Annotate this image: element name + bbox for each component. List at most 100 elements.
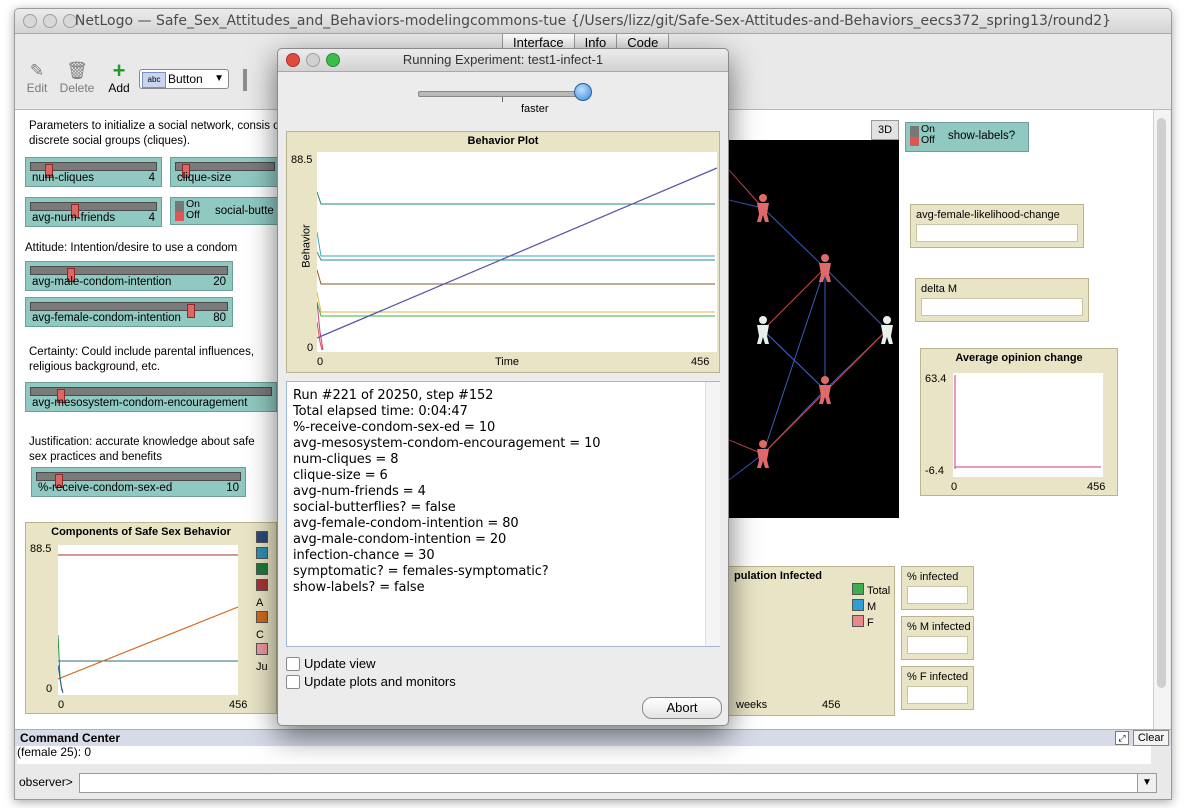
slider-value: 20 (213, 276, 226, 288)
plot-xlabel: weeks (736, 699, 768, 711)
edit-button[interactable]: ✎ Edit (17, 61, 57, 95)
switch-toggle[interactable] (910, 126, 919, 146)
person-icon (819, 376, 831, 404)
behavior-plot[interactable]: Behavior Plot 88.5 0 Behavior 0 Time 456 (286, 131, 720, 373)
pct-infected-monitor: % infected (901, 566, 974, 610)
output-line: avg-female-condom-intention = 80 (293, 516, 519, 531)
switch-onoff: On Off (921, 123, 936, 146)
speed-label: faster (521, 103, 549, 115)
avg-male-condom-intention-slider[interactable]: avg-male-condom-intention 20 (25, 261, 233, 291)
toolbar-separator (243, 69, 247, 91)
widget-type-select[interactable]: abc Button ▼ (139, 69, 229, 89)
scrollbar-thumb[interactable] (1157, 118, 1166, 688)
update-view-checkbox[interactable] (286, 657, 300, 671)
output-line: avg-num-friends = 4 (293, 484, 426, 499)
slider-knob[interactable] (187, 304, 195, 318)
slider-track (30, 162, 157, 178)
plot-xmax: 456 (691, 356, 710, 368)
slider-label: %-receive-condom-sex-ed (38, 482, 173, 494)
delete-button[interactable]: 🗑 Delete (57, 61, 97, 95)
receive-condom-sex-ed-slider[interactable]: %-receive-condom-sex-ed 10 (31, 467, 246, 497)
widget-type-value: Button (168, 72, 203, 86)
plot-xlabel: Time (495, 356, 520, 368)
chevron-down-icon: ▼ (214, 73, 224, 84)
person-icon (757, 194, 769, 222)
command-input[interactable] (79, 773, 1149, 793)
slider-track (36, 472, 241, 488)
3d-button[interactable]: 3D (871, 120, 899, 140)
plot-ymax: 63.4 (925, 373, 947, 385)
expand-icon[interactable]: ⤢ (1115, 731, 1129, 745)
clear-button[interactable]: Clear (1133, 730, 1169, 746)
delta-m-monitor: delta M (915, 278, 1089, 322)
show-labels-switch[interactable]: On Off show-labels? (905, 122, 1029, 152)
avg-num-friends-slider[interactable]: avg-num-friends 4 (25, 197, 162, 227)
slider-track (30, 202, 157, 218)
command-history: (female 25): 0 (17, 746, 1151, 764)
output-line: show-labels? = false (293, 580, 425, 595)
window-title: NetLogo — Safe_Sex_Attitudes_and_Behavio… (74, 13, 1112, 29)
slider-track (175, 162, 275, 178)
world-view[interactable] (728, 140, 899, 518)
components-plot-area (58, 545, 238, 695)
social-butterflies-switch[interactable]: On Off social-butte (170, 197, 280, 225)
opinion-plot-area (953, 373, 1103, 477)
slider-value: 4 (148, 172, 155, 184)
window-titlebar: NetLogo — Safe_Sex_Attitudes_and_Behavio… (15, 9, 1171, 34)
population-infected-plot[interactable]: pulation Infected weeks 456 Total M F (725, 566, 895, 716)
attitude-note: Attitude: Intention/desire to use a cond… (25, 242, 238, 254)
avg-female-condom-intention-slider[interactable]: avg-female-condom-intention 80 (25, 297, 233, 327)
plot-ylabel: Behavior (300, 224, 313, 268)
switch-label: show-labels? (948, 130, 1016, 142)
params-note: Parameters to initialize a social networ… (29, 120, 283, 147)
slider-track (30, 387, 272, 403)
dialog-titlebar: Running Experiment: test1-infect-1 (278, 49, 728, 72)
infected-legend: Total M F (852, 583, 890, 631)
observer-prompt: observer> (19, 775, 73, 789)
plus-icon: + (112, 58, 126, 83)
network-graph (728, 169, 893, 481)
slider-label: avg-female-condom-intention (32, 312, 181, 324)
command-center-header: Command Center ⤢ Clear (15, 729, 1171, 746)
clique-size-slider[interactable]: clique-size 4 (170, 157, 283, 187)
avg-opinion-change-plot[interactable]: Average opinion change 63.4 -6.4 0 456 (920, 348, 1118, 496)
experiment-output: Run #221 of 20250, step #152 Total elaps… (286, 381, 720, 647)
add-button[interactable]: + Add (99, 58, 139, 96)
chevron-down-icon[interactable]: ▼ (1137, 773, 1157, 793)
plot-title: Components of Safe Sex Behavior (51, 526, 231, 538)
output-line: infection-chance = 30 (293, 548, 435, 563)
components-plot[interactable]: Components of Safe Sex Behavior 88.5 0 0… (25, 522, 277, 714)
behavior-plot-area (317, 152, 717, 352)
plot-ymax: 88.5 (291, 154, 313, 166)
slider-value: 80 (213, 312, 226, 324)
abort-button[interactable]: Abort (642, 697, 722, 719)
add-label: Add (108, 81, 130, 95)
speed-slider-knob[interactable] (574, 83, 592, 101)
person-icon (757, 316, 769, 344)
slider-track (30, 266, 228, 282)
slider-label: avg-mesosystem-condom-encouragement (32, 397, 248, 409)
delete-label: Delete (59, 81, 95, 95)
output-line: %-receive-condom-sex-ed = 10 (293, 420, 496, 435)
button-widget-icon: abc (142, 72, 166, 88)
switch-toggle[interactable] (175, 201, 184, 221)
avg-female-likelihood-change-monitor: avg-female-likelihood-change (910, 204, 1084, 248)
plot-xmax: 456 (229, 699, 248, 711)
plot-title: Average opinion change (955, 352, 1083, 364)
update-plots-label: Update plots and monitors (304, 674, 456, 689)
speed-slider-tick (502, 97, 503, 102)
pct-m-infected-monitor: % M infected (901, 616, 974, 660)
plot-ymin: 0 (46, 683, 53, 695)
person-icon (757, 440, 769, 468)
output-line: avg-male-condom-intention = 20 (293, 532, 507, 547)
dialog-title: Running Experiment: test1-infect-1 (402, 52, 604, 67)
output-scrollbar[interactable] (705, 382, 720, 646)
num-cliques-slider[interactable]: num-cliques 4 (25, 157, 162, 187)
update-plots-checkbox[interactable] (286, 675, 300, 689)
plot-xmax: 456 (1087, 481, 1106, 493)
avg-mesosystem-condom-encouragement-slider[interactable]: avg-mesosystem-condom-encouragement (25, 382, 277, 412)
certainty-note: Certainty: Could include parental influe… (29, 346, 255, 373)
slider-label: avg-num-friends (32, 212, 116, 224)
vertical-scrollbar[interactable] (1153, 110, 1170, 730)
edit-label: Edit (26, 81, 48, 95)
